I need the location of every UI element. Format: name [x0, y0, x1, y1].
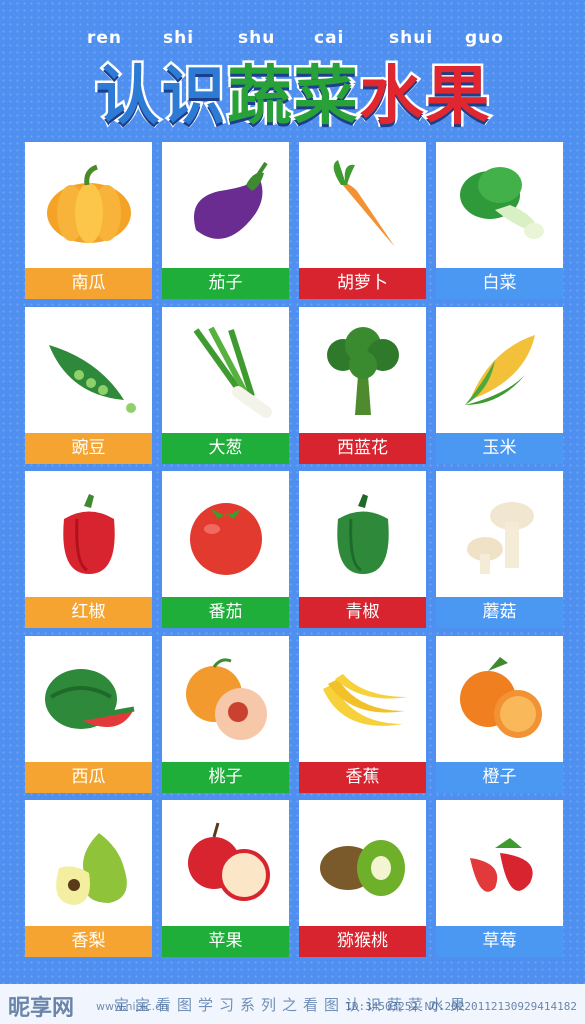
- card-label: 草莓: [436, 926, 563, 957]
- title-char: 蔬: [225, 58, 294, 137]
- card-label: 胡萝卜: [299, 268, 426, 299]
- carrot-icon: [299, 142, 426, 268]
- card-bok-choy: 白菜: [436, 142, 563, 299]
- card-label: 西蓝花: [299, 432, 426, 464]
- card-strawberry: 草莓: [436, 800, 563, 957]
- title-char: 果: [423, 58, 492, 137]
- card-corn: 玉米: [436, 306, 563, 464]
- card-label: 茄子: [162, 268, 289, 299]
- apple-icon: [162, 800, 289, 926]
- broccoli-icon: [299, 307, 426, 433]
- card-red-pepper: 红椒: [25, 471, 152, 628]
- red-pepper-icon: [25, 471, 152, 597]
- watermark-id: ID:34503252 NO:20220112130929414182: [345, 1000, 577, 1013]
- card-tomato: 番茄: [162, 471, 289, 628]
- card-label: 猕猴桃: [299, 926, 426, 957]
- card-label: 白菜: [436, 268, 563, 299]
- pinyin-cai: cai: [314, 28, 345, 48]
- card-label: 青椒: [299, 597, 426, 628]
- pumpkin-icon: [25, 142, 152, 268]
- pea-pod-icon: [25, 307, 152, 433]
- peach-icon: [162, 636, 289, 762]
- watermark-logo: 昵享网: [8, 996, 75, 1021]
- card-label: 苹果: [162, 926, 289, 957]
- card-label: 香梨: [25, 926, 152, 957]
- card-pear: 香梨: [25, 800, 152, 957]
- strawberry-icon: [436, 800, 563, 926]
- pinyin-guo: guo: [465, 28, 504, 48]
- tomato-icon: [162, 471, 289, 597]
- pinyin-shui: shui: [389, 28, 434, 48]
- green-pepper-icon: [299, 471, 426, 597]
- kiwi-icon: [299, 800, 426, 926]
- card-pumpkin: 南瓜: [25, 142, 152, 299]
- card-eggplant: 茄子: [162, 142, 289, 299]
- card-carrot: 胡萝卜: [299, 142, 426, 299]
- card-label: 橙子: [436, 761, 563, 793]
- card-kiwi: 猕猴桃: [299, 800, 426, 957]
- card-mushroom: 蘑菇: [436, 471, 563, 628]
- card-label: 红椒: [25, 597, 152, 628]
- card-orange: 橙子: [436, 635, 563, 793]
- banana-icon: [299, 636, 426, 762]
- card-label: 大葱: [162, 432, 289, 464]
- eggplant-icon: [162, 142, 289, 268]
- card-pea-pod: 豌豆: [25, 306, 152, 464]
- card-broccoli: 西蓝花: [299, 306, 426, 464]
- orange-icon: [436, 636, 563, 762]
- pinyin-shi: shi: [163, 28, 195, 48]
- card-apple: 苹果: [162, 800, 289, 957]
- card-watermelon: 西瓜: [25, 635, 152, 793]
- watermelon-icon: [25, 636, 152, 762]
- pinyin-shu: shu: [238, 28, 276, 48]
- title-char: 水: [357, 58, 426, 137]
- pear-icon: [25, 800, 152, 926]
- card-label: 西瓜: [25, 761, 152, 793]
- card-label: 玉米: [436, 432, 563, 464]
- card-label: 番茄: [162, 597, 289, 628]
- pinyin-ren: ren: [87, 28, 123, 48]
- card-banana: 香蕉: [299, 635, 426, 793]
- title-char: 认: [93, 58, 162, 137]
- card-label: 桃子: [162, 761, 289, 793]
- footer: 宝宝看图学习系列之看图认识蔬菜水果 昵享网 www.nipic.cn ID:34…: [0, 984, 585, 1024]
- title-char: 菜: [291, 58, 360, 137]
- card-label: 蘑菇: [436, 597, 563, 628]
- card-label: 豌豆: [25, 432, 152, 464]
- corn-icon: [436, 307, 563, 433]
- card-scallion: 大葱: [162, 306, 289, 464]
- scallion-icon: [162, 307, 289, 433]
- card-label: 香蕉: [299, 761, 426, 793]
- mushroom-icon: [436, 471, 563, 597]
- card-peach: 桃子: [162, 635, 289, 793]
- bok-choy-icon: [436, 142, 563, 268]
- card-green-pepper: 青椒: [299, 471, 426, 628]
- card-label: 南瓜: [25, 268, 152, 299]
- pinyin-row: ren shi shu cai shui guo: [0, 28, 585, 52]
- watermark-url: www.nipic.cn: [96, 1000, 169, 1013]
- page-title: 认识蔬菜水果: [0, 58, 585, 137]
- title-char: 识: [159, 58, 228, 137]
